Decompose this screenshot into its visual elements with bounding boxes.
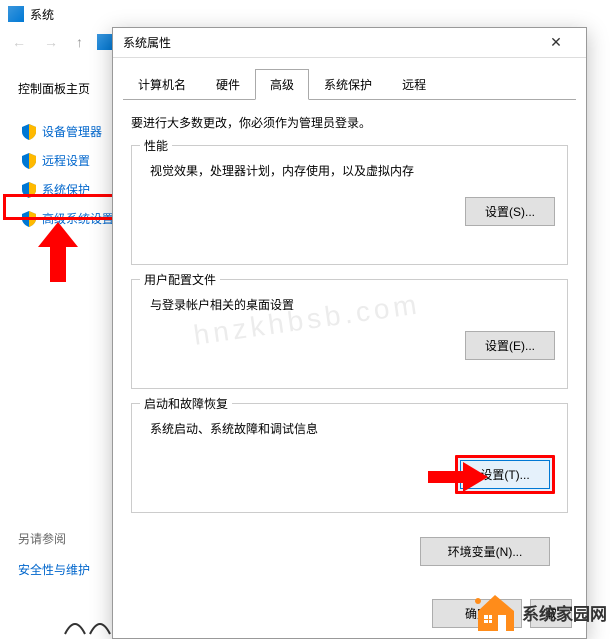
group-startup-recovery: 启动和故障恢复 系统启动、系统故障和调试信息 设置(T)...	[131, 403, 568, 513]
sidebar-item-label: 远程设置	[42, 152, 90, 169]
close-button[interactable]: ✕	[536, 34, 576, 51]
see-also-title: 另请参阅	[18, 530, 90, 547]
tab-remote[interactable]: 远程	[387, 69, 441, 100]
group-performance-title: 性能	[140, 137, 172, 154]
annotation-arrow-up-icon	[38, 222, 78, 285]
house-icon	[474, 591, 516, 633]
bg-window-title: 系统	[30, 6, 54, 23]
site-logo-text: 系统家园网	[522, 600, 607, 625]
tab-bar: 计算机名 硬件 高级 系统保护 远程	[123, 68, 576, 100]
tab-system-protection[interactable]: 系统保护	[309, 69, 387, 100]
nav-back-icon[interactable]: ←	[8, 30, 30, 54]
system-icon	[8, 6, 24, 22]
bg-titlebar: 系统	[0, 0, 613, 28]
tab-content-advanced: 要进行大多数更改，你必须作为管理员登录。 性能 视觉效果，处理器计划，内存使用，…	[113, 100, 586, 580]
see-also-link-security[interactable]: 安全性与维护	[18, 561, 90, 578]
tab-computer-name[interactable]: 计算机名	[123, 69, 201, 100]
intro-text: 要进行大多数更改，你必须作为管理员登录。	[131, 114, 568, 131]
group-performance: 性能 视觉效果，处理器计划，内存使用，以及虚拟内存 设置(S)...	[131, 145, 568, 265]
nav-up-icon[interactable]: ↑	[72, 30, 87, 54]
site-logo-badge: 系统家园网	[474, 591, 607, 633]
group-startup-recovery-title: 启动和故障恢复	[140, 395, 232, 412]
dialog-title: 系统属性	[123, 34, 536, 51]
sidebar-item-label: 设备管理器	[42, 123, 102, 140]
dialog-titlebar: 系统属性 ✕	[113, 28, 586, 58]
annotation-arrow-right-icon	[428, 462, 488, 495]
group-user-profiles-title: 用户配置文件	[140, 271, 220, 288]
tab-hardware[interactable]: 硬件	[201, 69, 255, 100]
shield-icon	[22, 124, 36, 140]
performance-settings-button[interactable]: 设置(S)...	[465, 197, 555, 226]
environment-variables-button[interactable]: 环境变量(N)...	[420, 537, 550, 566]
group-user-profiles-desc: 与登录帐户相关的桌面设置	[150, 296, 555, 313]
user-profiles-settings-button[interactable]: 设置(E)...	[465, 331, 555, 360]
group-performance-desc: 视觉效果，处理器计划，内存使用，以及虚拟内存	[150, 162, 555, 179]
group-user-profiles: 用户配置文件 与登录帐户相关的桌面设置 设置(E)...	[131, 279, 568, 389]
decorative-swirl	[60, 609, 120, 639]
group-startup-recovery-desc: 系统启动、系统故障和调试信息	[150, 420, 555, 437]
nav-forward-icon[interactable]: →	[40, 30, 62, 54]
address-icon	[97, 34, 113, 50]
system-properties-dialog: 系统属性 ✕ 计算机名 硬件 高级 系统保护 远程 要进行大多数更改，你必须作为…	[112, 27, 587, 639]
shield-icon	[22, 153, 36, 169]
see-also-section: 另请参阅 安全性与维护	[18, 530, 90, 578]
tab-advanced[interactable]: 高级	[255, 69, 309, 100]
